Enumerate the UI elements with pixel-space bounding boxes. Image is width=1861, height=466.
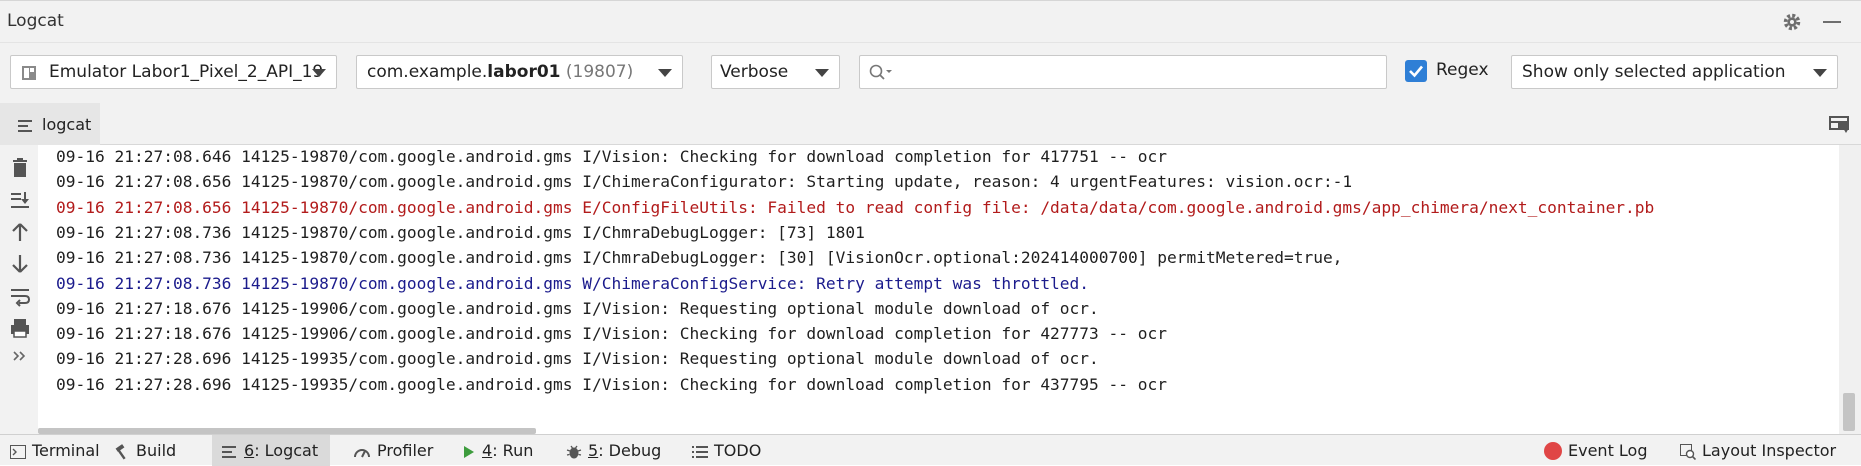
chevron-down-icon bbox=[1813, 69, 1827, 77]
hammer-icon bbox=[115, 443, 126, 459]
gauge-icon bbox=[354, 448, 370, 457]
list-icon bbox=[18, 120, 32, 132]
logcat-tool-number: 6 bbox=[244, 441, 255, 460]
profiler-button[interactable]: Profiler bbox=[353, 435, 433, 466]
play-icon bbox=[464, 445, 474, 458]
layout-options-icon[interactable] bbox=[1829, 116, 1849, 134]
list-icon bbox=[222, 445, 236, 458]
todo-button[interactable]: TODO bbox=[692, 435, 761, 466]
vertical-scrollbar-thumb[interactable] bbox=[1843, 393, 1855, 431]
package-prefix: com.example. bbox=[367, 62, 488, 82]
log-line: 09-16 21:27:28.696 14125-19935/com.googl… bbox=[56, 374, 1168, 394]
arrow-down-icon[interactable] bbox=[9, 253, 31, 275]
process-dropdown[interactable]: com.example.labor01 (19807) bbox=[356, 55, 683, 89]
log-level-dropdown[interactable]: Verbose bbox=[711, 55, 840, 89]
more-actions-icon[interactable] bbox=[9, 345, 31, 367]
build-button[interactable]: Build bbox=[114, 435, 176, 466]
tab-strip: logcat bbox=[0, 103, 1861, 145]
event-log-label: Event Log bbox=[1568, 441, 1648, 460]
logcat-toolbar: Emulator Labor1_Pixel_2_API_19 com.examp… bbox=[0, 43, 1861, 103]
device-dropdown[interactable]: Emulator Labor1_Pixel_2_API_19 bbox=[10, 55, 337, 89]
minimize-icon[interactable] bbox=[1823, 21, 1841, 23]
logcat-actions-sidebar bbox=[0, 145, 38, 434]
chevron-down-icon bbox=[312, 69, 326, 77]
tool-window-title: Logcat bbox=[7, 11, 64, 31]
chevron-down-icon bbox=[815, 69, 829, 77]
regex-label: Regex bbox=[1436, 60, 1489, 80]
notification-badge-icon bbox=[1544, 441, 1562, 460]
terminal-label: Terminal bbox=[32, 441, 100, 460]
tab-label: logcat bbox=[42, 115, 92, 134]
chevron-down-icon bbox=[658, 69, 672, 77]
checkmark-icon bbox=[1409, 65, 1423, 78]
log-level-label: Verbose bbox=[720, 62, 789, 82]
trash-icon[interactable] bbox=[9, 157, 31, 179]
layout-inspector-label: Layout Inspector bbox=[1702, 441, 1837, 460]
device-icon bbox=[22, 66, 36, 80]
run-number: 4 bbox=[482, 441, 493, 460]
filter-label: Show only selected application bbox=[1522, 62, 1786, 82]
logcat-tool-button[interactable]: 6: Logcat bbox=[212, 435, 331, 466]
process-id: (19807) bbox=[560, 62, 634, 82]
bug-icon bbox=[566, 445, 582, 458]
terminal-icon bbox=[10, 444, 26, 459]
run-label: : Run bbox=[492, 441, 534, 460]
build-label: Build bbox=[136, 441, 177, 460]
soft-wrap-icon[interactable] bbox=[9, 285, 31, 307]
tab-logcat[interactable]: logcat bbox=[0, 103, 100, 145]
arrow-up-icon[interactable] bbox=[9, 221, 31, 243]
logcat-tool-label: : Logcat bbox=[254, 441, 319, 460]
search-field[interactable] bbox=[859, 55, 1387, 89]
search-icon bbox=[869, 64, 892, 80]
todo-list-icon bbox=[692, 445, 708, 458]
gear-icon[interactable] bbox=[1781, 11, 1803, 33]
tool-window-header: Logcat bbox=[0, 0, 1861, 43]
vertical-scrollbar[interactable] bbox=[1839, 145, 1861, 434]
logcat-output[interactable]: 09-16 21:27:08.646 14125-19870/com.googl… bbox=[38, 145, 1839, 434]
regex-checkbox[interactable] bbox=[1405, 60, 1427, 82]
todo-label: TODO bbox=[714, 441, 762, 460]
debug-number: 5 bbox=[588, 441, 599, 460]
terminal-button[interactable]: Terminal bbox=[10, 435, 100, 466]
layout-inspector-icon bbox=[1680, 443, 1697, 460]
print-icon[interactable] bbox=[9, 317, 31, 339]
search-input[interactable] bbox=[898, 59, 1382, 87]
debug-label: : Debug bbox=[598, 441, 662, 460]
layout-inspector-button[interactable]: Layout Inspector bbox=[1680, 435, 1836, 466]
tool-window-bar: Terminal Build 6: Logcat Profiler 4: Run… bbox=[0, 434, 1861, 466]
profiler-label: Profiler bbox=[377, 441, 434, 460]
event-log-button[interactable]: Event Log bbox=[1544, 435, 1648, 466]
device-label: Emulator Labor1_Pixel_2_API_19 bbox=[49, 62, 324, 82]
debug-button[interactable]: 5: Debug bbox=[566, 435, 661, 466]
filter-dropdown[interactable]: Show only selected application bbox=[1511, 55, 1838, 89]
run-button[interactable]: 4: Run bbox=[462, 435, 533, 466]
package-name: labor01 bbox=[487, 62, 561, 82]
scroll-to-end-icon[interactable] bbox=[9, 189, 31, 211]
